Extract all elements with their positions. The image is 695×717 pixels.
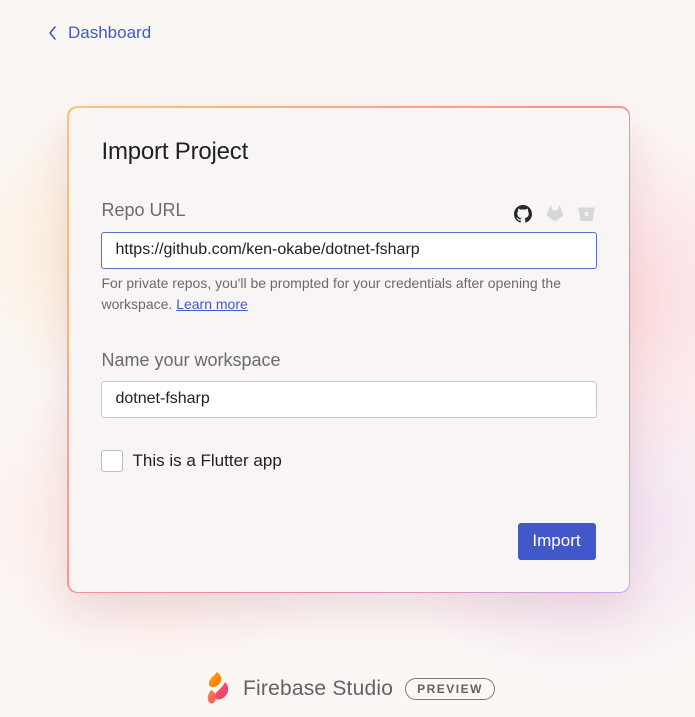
flutter-app-option[interactable]: This is a Flutter app — [100, 449, 282, 472]
flutter-app-label[interactable]: This is a Flutter app — [133, 451, 282, 471]
github-icon[interactable] — [513, 204, 532, 223]
back-link-label: Dashboard — [68, 23, 152, 42]
firebase-studio-brand: Firebase Studio PREVIEW — [205, 670, 495, 708]
repo-helper-text: For private repos, you'll be prompted fo… — [102, 273, 602, 315]
flutter-app-checkbox[interactable] — [100, 449, 123, 472]
helper-message: For private repos, you'll be prompted fo… — [101, 274, 561, 312]
chevron-left-icon — [46, 22, 58, 44]
workspace-name-input[interactable] — [100, 380, 597, 418]
bitbucket-icon[interactable] — [578, 205, 596, 223]
preview-badge: PREVIEW — [405, 678, 495, 700]
gitlab-icon[interactable] — [546, 205, 564, 223]
brand-name: Firebase Studio — [243, 677, 394, 700]
repo-url-label: Repo URL — [101, 199, 186, 220]
learn-more-link[interactable]: Learn more — [176, 296, 248, 312]
back-to-dashboard-link[interactable]: Dashboard — [46, 22, 151, 44]
dialog-title: Import Project — [101, 137, 249, 165]
repo-url-input[interactable] — [100, 231, 597, 269]
firebase-studio-logo-icon — [205, 670, 233, 708]
import-project-card-border: Import Project Repo URL For private repo… — [67, 106, 630, 593]
repo-provider-icons — [513, 204, 596, 223]
import-button[interactable]: Import — [517, 522, 596, 560]
workspace-name-label: Name your workspace — [101, 349, 281, 370]
import-project-card: Import Project Repo URL For private repo… — [68, 107, 629, 592]
